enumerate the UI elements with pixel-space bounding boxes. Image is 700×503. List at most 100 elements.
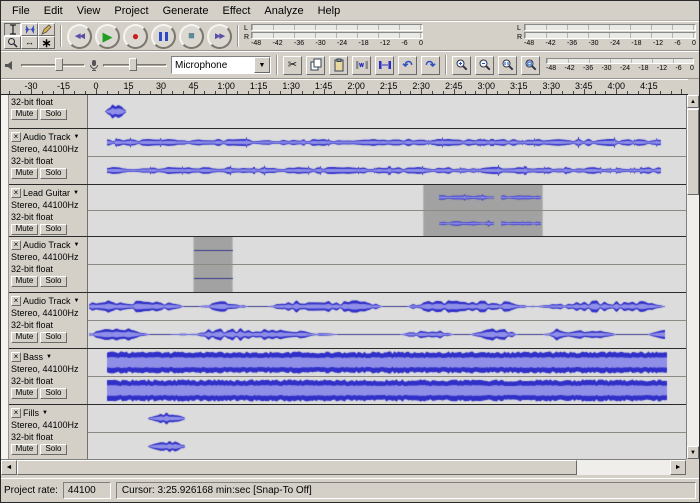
scroll-up-button[interactable]: ▲ <box>687 95 699 108</box>
scroll-left-button[interactable]: ◄ <box>1 460 17 475</box>
solo-button[interactable]: Solo <box>39 443 67 455</box>
main-toolbar: ↔ ∗ ◀◀ ▶ ● ■ ▶▶ L R -48 -42 -36 -30 -24 -18 -1… <box>1 21 699 51</box>
envelope-tool-button[interactable] <box>21 23 38 36</box>
track-waveform-area[interactable] <box>87 405 686 459</box>
solo-button[interactable]: Solo <box>39 167 67 179</box>
multi-tool-button[interactable]: ∗ <box>38 36 55 49</box>
toolbar-separator <box>276 55 278 75</box>
track-name-dropdown[interactable]: Audio Track ▼ <box>23 240 79 250</box>
play-button[interactable]: ▶ <box>95 23 120 49</box>
mute-button[interactable]: Mute <box>10 275 38 287</box>
track-name-dropdown[interactable]: Fills ▼ <box>23 408 48 418</box>
track-waveform-area[interactable] <box>87 349 686 404</box>
skip-to-start-button[interactable]: ◀◀ <box>67 23 92 49</box>
horizontal-scroll-thumb[interactable] <box>17 460 577 475</box>
waveform-canvas[interactable] <box>87 349 686 376</box>
track-close-button[interactable]: × <box>10 351 21 362</box>
waveform-canvas[interactable] <box>87 129 686 156</box>
mute-button[interactable]: Mute <box>10 223 38 235</box>
mute-button[interactable]: Mute <box>10 167 38 179</box>
waveform-canvas[interactable] <box>87 433 686 459</box>
timeline-ruler[interactable]: -30 -15 0 15 30 45 1:00 1:15 1:30 1:45 2:00 2:15 2:3… <box>1 79 688 95</box>
waveform-canvas[interactable] <box>87 405 686 432</box>
track-info-row: Stereo, 44100Hz <box>10 251 86 263</box>
input-volume-slider[interactable] <box>103 57 167 73</box>
slider-thumb[interactable] <box>129 58 137 71</box>
menu-analyze[interactable]: Analyze <box>257 2 310 20</box>
menu-project[interactable]: Project <box>107 2 155 20</box>
scroll-right-button[interactable]: ► <box>670 460 687 475</box>
vertical-scrollbar[interactable]: ▲ ▼ <box>686 95 699 459</box>
mute-button[interactable]: Mute <box>10 108 38 120</box>
track-waveform-area[interactable] <box>87 95 686 128</box>
waveform-canvas[interactable] <box>87 211 686 236</box>
waveform-canvas[interactable] <box>87 157 686 184</box>
pause-button[interactable] <box>151 23 176 49</box>
menu-file[interactable]: File <box>5 2 37 20</box>
track-close-button[interactable]: × <box>10 239 21 250</box>
track-name-dropdown[interactable]: Lead Guitar ▼ <box>23 188 79 198</box>
solo-button[interactable]: Solo <box>39 331 67 343</box>
track-close-button[interactable]: × <box>10 407 21 418</box>
input-source-select[interactable]: Microphone ▼ <box>171 56 271 74</box>
scroll-down-button[interactable]: ▼ <box>687 446 699 459</box>
waveform-canvas[interactable] <box>87 377 686 404</box>
vertical-scroll-track[interactable] <box>687 108 699 446</box>
cut-button[interactable]: ✂ <box>283 55 302 75</box>
horizontal-scroll-track[interactable] <box>577 460 670 475</box>
track-waveform-area[interactable] <box>87 129 686 184</box>
track-close-button[interactable]: × <box>10 295 21 306</box>
zoom-out-button[interactable] <box>475 55 494 75</box>
menu-view[interactable]: View <box>70 2 108 20</box>
timeshift-tool-button[interactable]: ↔ <box>21 36 38 49</box>
silence-button[interactable] <box>375 55 394 75</box>
waveform-canvas[interactable] <box>87 237 686 264</box>
waveform-canvas[interactable] <box>87 265 686 292</box>
track-waveform-area[interactable] <box>87 237 686 292</box>
mute-button[interactable]: Mute <box>10 387 38 399</box>
solo-button[interactable]: Solo <box>39 108 67 120</box>
track-close-button[interactable]: × <box>10 187 21 198</box>
ruler-tick <box>670 91 672 94</box>
fit-selection-button[interactable] <box>498 55 517 75</box>
redo-button[interactable]: ↷ <box>421 55 440 75</box>
fit-project-button[interactable] <box>521 55 540 75</box>
undo-button[interactable]: ↶ <box>398 55 417 75</box>
record-button[interactable]: ● <box>123 23 148 49</box>
menu-help[interactable]: Help <box>311 2 348 20</box>
horizontal-scrollbar[interactable]: ◄ ► <box>1 459 687 475</box>
menu-generate[interactable]: Generate <box>156 2 216 20</box>
trim-button[interactable] <box>352 55 371 75</box>
waveform-canvas[interactable] <box>87 95 686 128</box>
paste-button[interactable] <box>329 55 348 75</box>
selection-tool-button[interactable] <box>4 23 21 36</box>
waveform-canvas[interactable] <box>87 293 686 320</box>
vertical-scroll-thumb[interactable] <box>687 109 699 195</box>
skip-to-end-button[interactable]: ▶▶ <box>207 23 232 49</box>
menu-effect[interactable]: Effect <box>215 2 257 20</box>
track-close-button[interactable]: × <box>10 131 21 142</box>
draw-tool-button[interactable] <box>38 23 55 36</box>
track-name-dropdown[interactable]: Bass ▼ <box>23 352 52 362</box>
track-waveform-area[interactable] <box>87 185 686 236</box>
slider-thumb[interactable] <box>55 58 63 71</box>
waveform-canvas[interactable] <box>87 185 686 210</box>
track-name-dropdown[interactable]: Audio Track ▼ <box>23 296 79 306</box>
meter-scale-value: -42 <box>272 39 283 47</box>
track-waveform-area[interactable] <box>87 293 686 348</box>
project-rate-value[interactable]: 44100 <box>62 482 111 499</box>
track-name-dropdown[interactable]: Audio Track ▼ <box>23 132 79 142</box>
solo-button[interactable]: Solo <box>39 387 67 399</box>
menu-edit[interactable]: Edit <box>37 2 70 20</box>
zoom-in-button[interactable] <box>452 55 471 75</box>
solo-button[interactable]: Solo <box>39 275 67 287</box>
copy-button[interactable] <box>306 55 325 75</box>
output-volume-slider[interactable] <box>21 57 85 73</box>
stop-button[interactable]: ■ <box>179 23 204 49</box>
zoom-tool-button[interactable] <box>4 36 21 49</box>
waveform-canvas[interactable] <box>87 321 686 348</box>
solo-button[interactable]: Solo <box>39 223 67 235</box>
mute-button[interactable]: Mute <box>10 443 38 455</box>
mute-button[interactable]: Mute <box>10 331 38 343</box>
combo-dropdown-button[interactable]: ▼ <box>254 57 270 73</box>
